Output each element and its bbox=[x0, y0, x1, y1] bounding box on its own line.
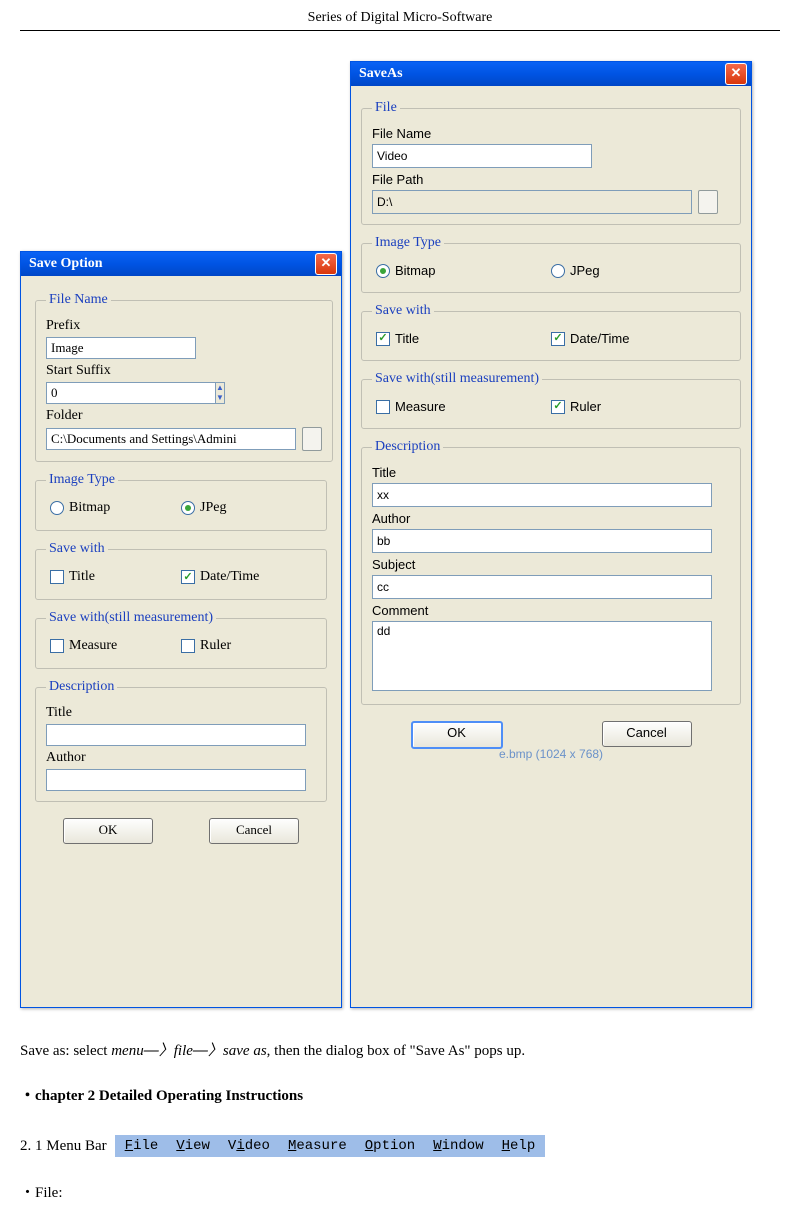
desc-author-input-2[interactable] bbox=[372, 529, 712, 553]
desc-comment-input-2[interactable] bbox=[372, 621, 712, 691]
measure-label-1: Measure bbox=[69, 638, 117, 654]
jpeg-label-1: JPeg bbox=[200, 500, 226, 516]
datetime-checkbox-1[interactable] bbox=[181, 570, 195, 584]
file-legend: File bbox=[372, 100, 400, 116]
ruler-checkbox-2[interactable] bbox=[551, 400, 565, 414]
close-icon[interactable]: ✕ bbox=[315, 253, 337, 275]
measure-label-2: Measure bbox=[395, 399, 446, 414]
desc-author-input-1[interactable] bbox=[46, 769, 306, 791]
menu-measure[interactable]: Measure bbox=[288, 1138, 347, 1154]
save-option-titlebar: Save Option ✕ bbox=[21, 252, 341, 276]
image-type-group-1: Image Type Bitmap JPeg bbox=[35, 472, 327, 531]
file-group: File File Name File Path bbox=[361, 100, 741, 225]
spinner-buttons[interactable]: ▲▼ bbox=[215, 382, 225, 404]
desc-author-label-2: Author bbox=[372, 511, 730, 526]
start-suffix-label: Start Suffix bbox=[46, 363, 322, 379]
description-legend-1: Description bbox=[46, 679, 117, 695]
file-line: ・File: bbox=[20, 1181, 780, 1202]
menubar-section-label: 2. 1 Menu Bar bbox=[20, 1138, 107, 1155]
image-type-legend-1: Image Type bbox=[46, 472, 118, 488]
measure-checkbox-1[interactable] bbox=[50, 639, 64, 653]
file-path-input-2[interactable] bbox=[372, 190, 692, 214]
menubar: File View Video Measure Option Window He… bbox=[115, 1135, 546, 1157]
image-type-legend-2: Image Type bbox=[372, 235, 444, 251]
save-as-titlebar: SaveAs ✕ bbox=[351, 62, 751, 86]
description-legend-2: Description bbox=[372, 439, 443, 455]
ok-button-1[interactable]: OK bbox=[63, 818, 153, 844]
datetime-check-label-2: Date/Time bbox=[570, 331, 629, 346]
close-icon[interactable]: ✕ bbox=[725, 63, 747, 85]
file-path-label-2: File Path bbox=[372, 172, 730, 187]
save-with-group-1: Save with Title Date/Time bbox=[35, 541, 327, 600]
save-as-title: SaveAs bbox=[359, 62, 403, 86]
bitmap-radio-1[interactable] bbox=[50, 501, 64, 515]
prefix-input[interactable] bbox=[46, 337, 196, 359]
ruler-label-2: Ruler bbox=[570, 399, 601, 414]
save-as-dialog: SaveAs ✕ File File Name File Path Image … bbox=[350, 61, 752, 1008]
start-suffix-spinner[interactable]: ▲▼ bbox=[46, 382, 196, 404]
save-with-still-legend-2: Save with(still measurement) bbox=[372, 371, 542, 387]
start-suffix-input[interactable] bbox=[46, 382, 215, 404]
image-type-group-2: Image Type Bitmap JPeg bbox=[361, 235, 741, 293]
menu-view[interactable]: View bbox=[176, 1138, 210, 1154]
desc-title-label-2: Title bbox=[372, 465, 730, 480]
title-check-label-2: Title bbox=[395, 331, 419, 346]
desc-author-label-1: Author bbox=[46, 750, 316, 766]
save-with-still-group-2: Save with(still measurement) Measure Rul… bbox=[361, 371, 741, 429]
browse-button-2[interactable] bbox=[698, 190, 718, 214]
save-with-legend-1: Save with bbox=[46, 541, 108, 557]
desc-subject-input-2[interactable] bbox=[372, 575, 712, 599]
ok-button-2[interactable]: OK bbox=[411, 721, 503, 749]
folder-label: Folder bbox=[46, 408, 322, 424]
bitmap-label-1: Bitmap bbox=[69, 500, 110, 516]
bitmap-radio-2[interactable] bbox=[376, 264, 390, 278]
title-checkbox-2[interactable] bbox=[376, 332, 390, 346]
save-option-dialog: Save Option ✕ File Name Prefix Start Suf… bbox=[20, 251, 342, 1008]
bitmap-label-2: Bitmap bbox=[395, 263, 435, 278]
jpeg-radio-1[interactable] bbox=[181, 501, 195, 515]
file-name-group: File Name Prefix Start Suffix ▲▼ Folder bbox=[35, 292, 333, 462]
datetime-check-label-1: Date/Time bbox=[200, 569, 259, 585]
desc-comment-label-2: Comment bbox=[372, 603, 730, 618]
file-name-input-2[interactable] bbox=[372, 144, 592, 168]
status-text: e.bmp (1024 x 768) bbox=[361, 747, 741, 761]
cancel-button-2[interactable]: Cancel bbox=[602, 721, 692, 747]
chapter-heading: ・chapter 2 Detailed Operating Instructio… bbox=[20, 1084, 780, 1105]
file-name-label-2: File Name bbox=[372, 126, 730, 141]
menu-file[interactable]: File bbox=[125, 1138, 159, 1154]
save-option-title: Save Option bbox=[29, 252, 103, 276]
save-with-still-legend-1: Save with(still measurement) bbox=[46, 610, 216, 626]
desc-title-input-1[interactable] bbox=[46, 724, 306, 746]
title-checkbox-1[interactable] bbox=[50, 570, 64, 584]
save-with-still-group-1: Save with(still measurement) Measure Rul… bbox=[35, 610, 327, 669]
save-with-group-2: Save with Title Date/Time bbox=[361, 303, 741, 361]
prefix-label: Prefix bbox=[46, 318, 322, 334]
ruler-checkbox-1[interactable] bbox=[181, 639, 195, 653]
save-as-instruction: Save as: select menu—〉file—〉save as, the… bbox=[20, 1039, 780, 1060]
menu-help[interactable]: Help bbox=[502, 1138, 536, 1154]
menu-window[interactable]: Window bbox=[433, 1138, 483, 1154]
desc-title-input-2[interactable] bbox=[372, 483, 712, 507]
menu-option[interactable]: Option bbox=[365, 1138, 415, 1154]
jpeg-label-2: JPeg bbox=[570, 263, 600, 278]
cancel-button-1[interactable]: Cancel bbox=[209, 818, 299, 844]
spinner-down-icon[interactable]: ▼ bbox=[216, 393, 224, 403]
save-with-legend-2: Save with bbox=[372, 303, 434, 319]
description-group-2: Description Title Author Subject Comment bbox=[361, 439, 741, 705]
description-group-1: Description Title Author bbox=[35, 679, 327, 802]
spinner-up-icon[interactable]: ▲ bbox=[216, 383, 224, 393]
menu-video[interactable]: Video bbox=[228, 1138, 270, 1154]
title-check-label-1: Title bbox=[69, 569, 95, 585]
folder-input[interactable] bbox=[46, 428, 296, 450]
datetime-checkbox-2[interactable] bbox=[551, 332, 565, 346]
measure-checkbox-2[interactable] bbox=[376, 400, 390, 414]
desc-subject-label-2: Subject bbox=[372, 557, 730, 572]
desc-title-label-1: Title bbox=[46, 705, 316, 721]
browse-button[interactable] bbox=[302, 427, 322, 451]
ruler-label-1: Ruler bbox=[200, 638, 231, 654]
jpeg-radio-2[interactable] bbox=[551, 264, 565, 278]
page-header: Series of Digital Micro-Software bbox=[20, 10, 780, 31]
file-name-legend: File Name bbox=[46, 292, 111, 308]
